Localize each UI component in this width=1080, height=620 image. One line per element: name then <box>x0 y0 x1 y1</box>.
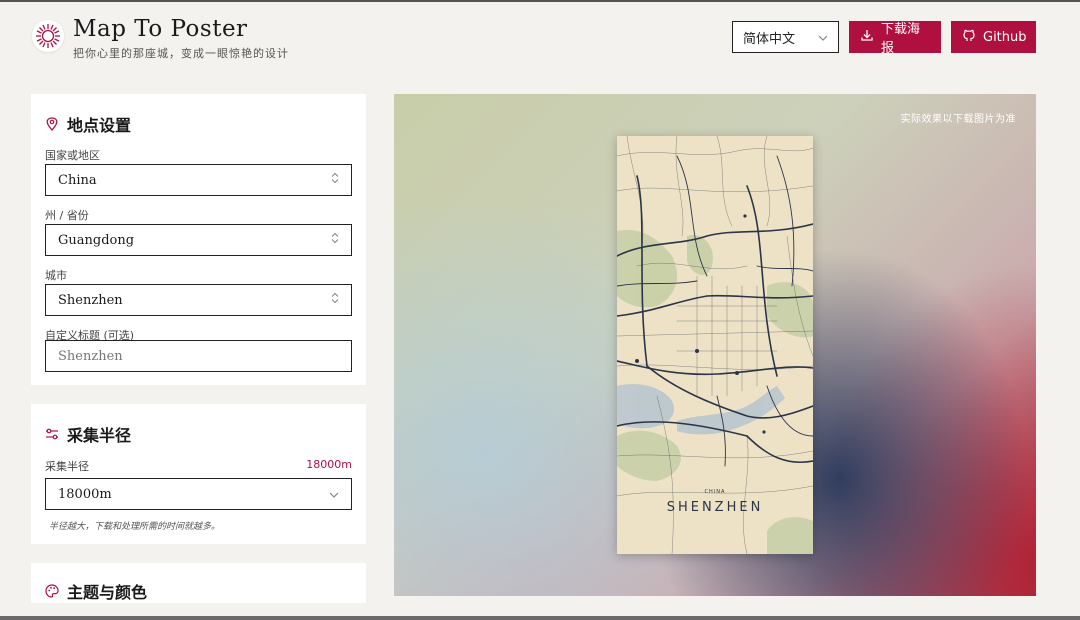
map-pin-icon <box>45 117 59 131</box>
github-label: Github <box>983 29 1027 45</box>
radius-value-display: 18000m <box>306 458 352 471</box>
city-select[interactable]: Shenzhen <box>45 284 352 316</box>
state-select-value: Guangdong <box>58 232 135 248</box>
custom-title-field[interactable] <box>45 340 352 372</box>
language-select-value: 简体中文 <box>743 31 796 47</box>
sort-arrows-icon <box>331 172 339 188</box>
github-icon <box>963 29 975 46</box>
app-logo-icon <box>32 20 64 52</box>
theme-title: 主题与颜色 <box>45 579 147 603</box>
state-select[interactable]: Guangdong <box>45 224 352 256</box>
radius-hint: 半径越大，下载和处理所需的时间就越多。 <box>49 522 221 532</box>
location-settings-card: 地点设置 国家或地区 China 州 / 省份 Guangdong 城市 She… <box>31 94 366 385</box>
sliders-icon <box>45 427 59 441</box>
github-button[interactable]: Github <box>951 21 1036 53</box>
window-bottom-strip <box>0 616 1080 620</box>
city-label: 城市 <box>45 269 67 282</box>
state-label: 州 / 省份 <box>45 209 89 222</box>
radius-label: 采集半径 <box>45 460 89 473</box>
sort-arrows-icon <box>331 232 339 248</box>
custom-title-input[interactable] <box>58 348 339 364</box>
theme-card: 主题与颜色 <box>31 563 366 603</box>
radius-card: 采集半径 采集半径 18000m 18000m 半径越大，下载和处理所需的时间就… <box>31 404 366 544</box>
chevron-down-icon <box>329 487 339 502</box>
radius-title: 采集半径 <box>45 422 131 446</box>
country-select[interactable]: China <box>45 164 352 196</box>
location-settings-title-text: 地点设置 <box>67 116 132 135</box>
radius-title-text: 采集半径 <box>67 426 132 445</box>
poster-preview: CHINA SHENZHEN <box>617 136 813 554</box>
radius-select[interactable]: 18000m <box>45 478 352 510</box>
window-top-border <box>0 0 1080 2</box>
radius-select-value: 18000m <box>58 486 112 502</box>
preview-note: 实际效果以下载图片为准 <box>900 114 1016 125</box>
palette-icon <box>45 584 59 598</box>
language-select[interactable]: 简体中文 <box>732 21 839 53</box>
download-poster-button[interactable]: 下载海报 <box>849 21 941 56</box>
app-subtitle: 把你心里的那座城，变成一眼惊艳的设计 <box>73 47 289 60</box>
download-icon <box>861 29 873 45</box>
app-title: Map To Poster <box>73 16 248 42</box>
sort-arrows-icon <box>331 292 339 308</box>
chevron-down-icon <box>818 30 828 45</box>
poster-city: SHENZHEN <box>666 500 764 515</box>
country-label: 国家或地区 <box>45 149 100 162</box>
theme-title-text: 主题与颜色 <box>67 583 148 602</box>
country-select-value: China <box>58 172 97 188</box>
poster-country: CHINA <box>704 489 726 495</box>
poster-preview-area: 实际效果以下载图片为准 CHINA SHENZHEN <box>394 94 1036 596</box>
location-settings-title: 地点设置 <box>45 112 131 136</box>
download-poster-label: 下载海报 <box>881 22 921 56</box>
city-select-value: Shenzhen <box>58 292 123 308</box>
